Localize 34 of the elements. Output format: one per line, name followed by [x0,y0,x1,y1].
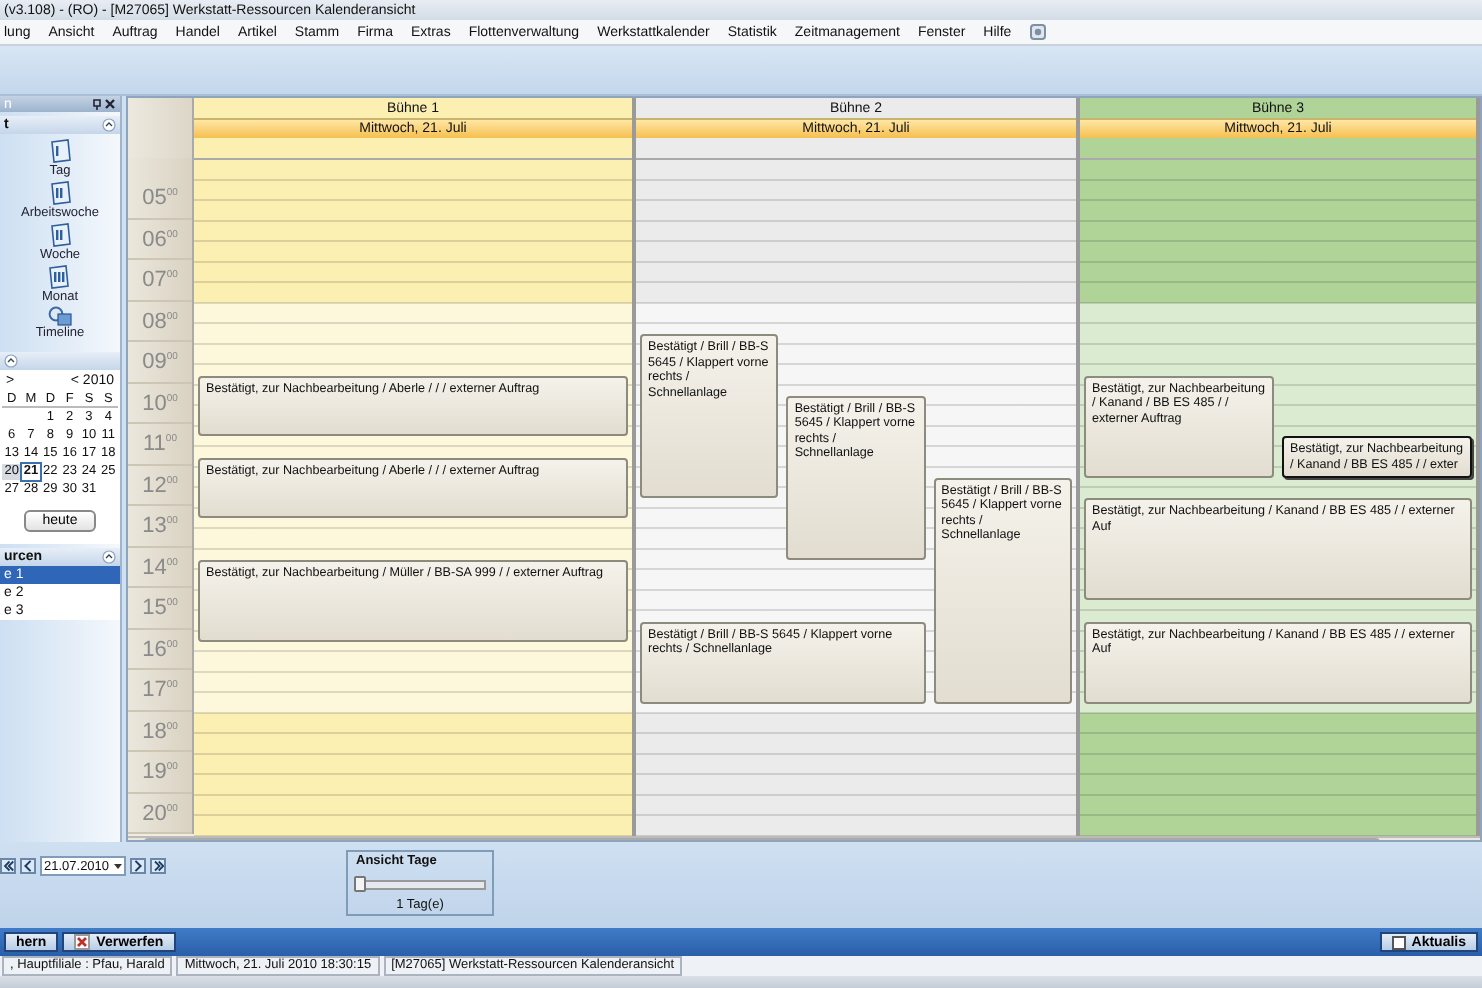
collapse-icon[interactable] [102,550,116,564]
dropdown-icon[interactable] [112,860,124,872]
timeline-icon [47,306,72,326]
collapse-icon[interactable] [4,354,18,368]
next-day-button[interactable] [130,858,146,874]
collapse-icon[interactable] [102,118,116,132]
hour-label: 20$^{00}$ [142,801,178,825]
hour-label: 10$^{00}$ [142,391,178,415]
hour-label: 06$^{00}$ [142,227,178,251]
previous-day-button[interactable] [20,858,36,874]
pin-icon[interactable] [92,98,116,110]
hour-label: 14$^{00}$ [142,555,178,579]
calendar-icon [49,180,71,206]
help-icon[interactable] [1029,24,1046,40]
last-day-button[interactable] [150,858,166,874]
calendar-icon [48,264,71,290]
hour-label: 08$^{00}$ [142,309,178,333]
hour-label: 15$^{00}$ [142,596,178,620]
hour-label: 12$^{00}$ [142,473,178,497]
first-day-button[interactable] [0,858,16,874]
close-icon [74,934,91,950]
calendar-icon [49,222,71,248]
hour-label: 17$^{00}$ [142,678,178,702]
calendar-icon [49,138,71,164]
hour-label: 18$^{00}$ [142,719,178,743]
hour-label: 13$^{00}$ [142,514,178,538]
hour-label: 16$^{00}$ [142,637,178,661]
hour-label: 19$^{00}$ [142,760,178,784]
hour-label: 07$^{00}$ [142,268,178,292]
hour-label: 11$^{00}$ [143,432,177,456]
days-slider[interactable] [354,876,486,888]
hour-label: 05$^{00}$ [142,186,178,210]
hour-label: 09$^{00}$ [142,350,178,374]
refresh-icon [1391,935,1406,949]
